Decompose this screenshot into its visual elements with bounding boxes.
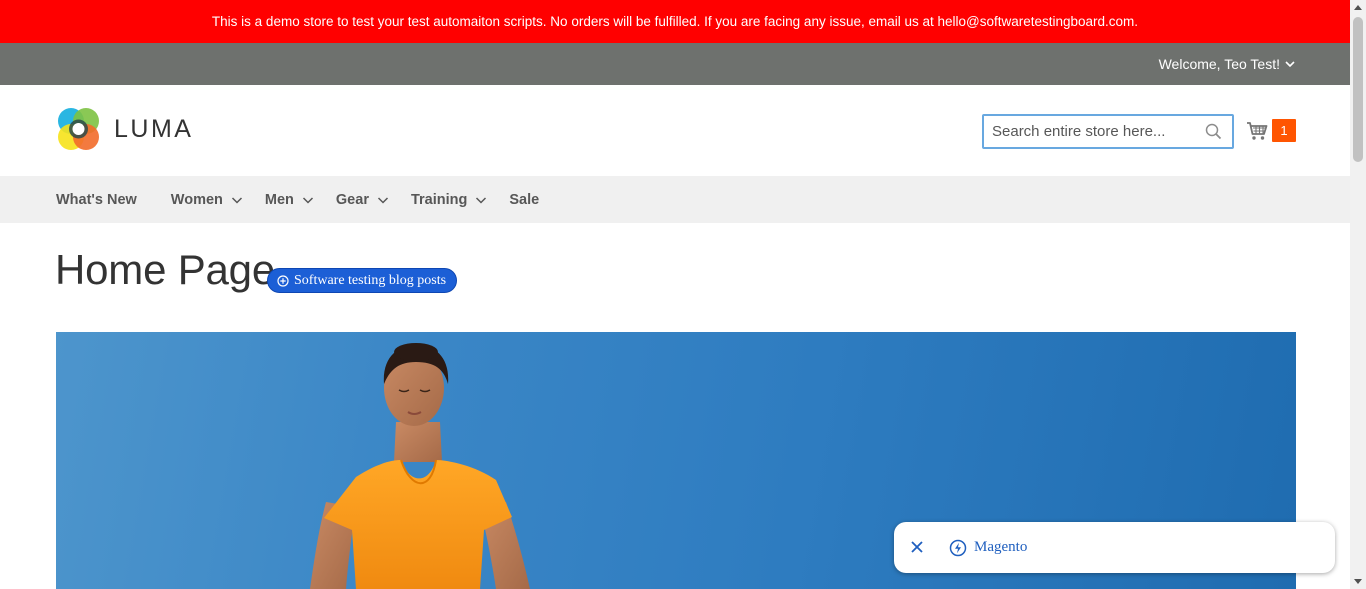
blog-link-label: Software testing blog posts (294, 273, 447, 288)
nav-item-training[interactable]: Training (411, 176, 487, 223)
nav-item-label: Women (170, 191, 223, 208)
cart-icon (1247, 121, 1268, 140)
scroll-up-arrow-icon[interactable] (1354, 5, 1362, 10)
nav-item-label: Sale (509, 191, 540, 208)
search-box (982, 114, 1234, 149)
cart-counter-badge: 1 (1272, 119, 1296, 142)
software-testing-blog-link[interactable]: Software testing blog posts (267, 268, 458, 293)
chevron-down-icon (377, 194, 389, 206)
welcome-text: Welcome, Teo Test! (1158, 56, 1280, 72)
main-navigation: What's New Women Men Gear Training Sale (0, 176, 1350, 223)
account-bar: Welcome, Teo Test! (0, 43, 1350, 85)
chevron-down-icon (231, 194, 243, 206)
site-header: LUMA 1 (0, 85, 1350, 176)
magento-popup: Magento (894, 522, 1335, 573)
search-icon[interactable] (1205, 123, 1222, 140)
nav-item-label: Training (410, 191, 468, 208)
nav-item-whats-new[interactable]: What's New (56, 176, 137, 223)
nav-item-label: What's New (56, 191, 137, 208)
vertical-scrollbar[interactable] (1350, 0, 1366, 589)
plus-circle-icon (277, 274, 289, 287)
nav-item-gear[interactable]: Gear (336, 176, 389, 223)
minicart[interactable]: 1 (1246, 119, 1296, 142)
scrollbar-thumb[interactable] (1353, 17, 1363, 162)
magento-link[interactable]: Magento (974, 522, 1027, 573)
nav-item-women[interactable]: Women (171, 176, 243, 223)
demo-notice-text: This is a demo store to test your test a… (211, 14, 1139, 29)
nav-item-label: Gear (335, 191, 369, 208)
scroll-down-arrow-icon[interactable] (1354, 579, 1362, 584)
close-icon[interactable] (909, 539, 925, 555)
page-title: Home Page (55, 246, 275, 293)
nav-item-sale[interactable]: Sale (509, 176, 539, 223)
chevron-down-icon (302, 194, 314, 206)
customer-welcome-menu[interactable]: Welcome, Teo Test! (1159, 43, 1296, 85)
chevron-down-icon (475, 194, 487, 206)
nav-menu: What's New Women Men Gear Training Sale (56, 176, 539, 223)
luma-logo[interactable]: LUMA (56, 107, 193, 152)
nav-item-men[interactable]: Men (265, 176, 314, 223)
nav-item-label: Men (264, 191, 294, 208)
luma-logo-icon (58, 108, 99, 150)
demo-notice-bar: This is a demo store to test your test a… (0, 0, 1350, 43)
bolt-icon (949, 539, 967, 557)
search-input[interactable] (992, 116, 1202, 147)
chevron-down-icon (1284, 58, 1296, 70)
brand-name: LUMA (114, 115, 194, 143)
browser-viewport: This is a demo store to test your test a… (0, 0, 1366, 589)
